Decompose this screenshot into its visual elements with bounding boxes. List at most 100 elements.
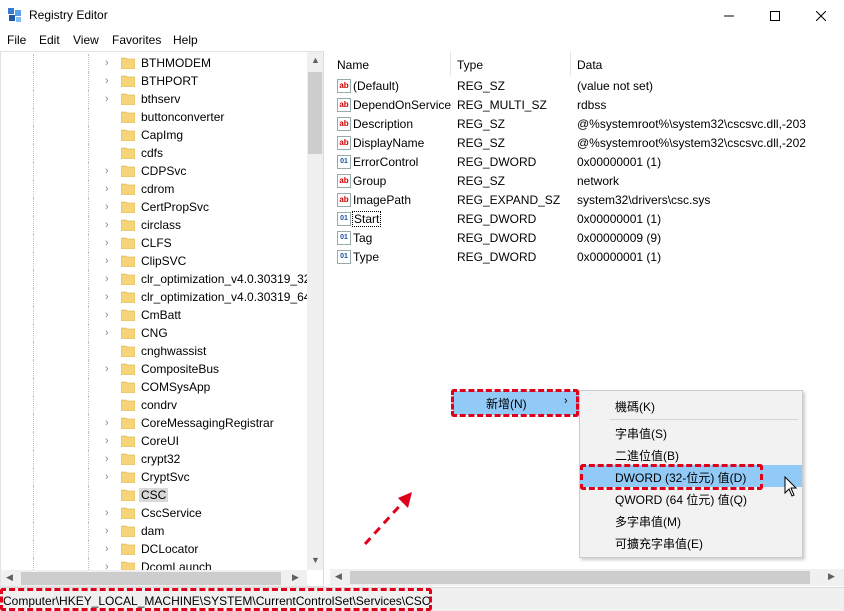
tree-item[interactable]: › BTHMODEM — [1, 54, 307, 72]
chevron-right-icon[interactable]: › — [105, 183, 109, 195]
tree-vertical-scrollbar[interactable]: ▲ ▼ — [307, 52, 323, 570]
values-horizontal-scrollbar[interactable]: ◀ ▶ — [330, 569, 844, 586]
tree-item[interactable]: CSC — [1, 486, 307, 504]
tree-item[interactable]: › clr_optimization_v4.0.30319_64 — [1, 288, 310, 306]
tree-item[interactable]: › DCLocator — [1, 540, 307, 558]
submenu-item[interactable]: 字串值(S) — [580, 421, 802, 443]
value-row[interactable]: ab (Default) REG_SZ (value not set) — [330, 77, 830, 96]
scroll-up-icon[interactable]: ▲ — [311, 55, 320, 65]
chevron-right-icon[interactable]: › — [105, 507, 109, 519]
chevron-right-icon[interactable]: › — [105, 363, 109, 375]
value-row[interactable]: 01 Tag REG_DWORD 0x00000009 (9) — [330, 229, 830, 248]
tree-item[interactable]: › clr_optimization_v4.0.30319_32 — [1, 270, 310, 288]
chevron-right-icon[interactable]: › — [105, 255, 109, 267]
tree-item[interactable]: › CryptSvc — [1, 468, 307, 486]
column-data[interactable]: Data — [577, 58, 602, 72]
submenu-item[interactable]: 可擴充字串值(E) — [580, 531, 802, 553]
tree-item[interactable]: › CmBatt — [1, 306, 307, 324]
tree-item[interactable]: › cdrom — [1, 180, 307, 198]
tree-item[interactable]: › BTHPORT — [1, 72, 307, 90]
tree-item[interactable]: › bthserv — [1, 90, 307, 108]
chevron-right-icon[interactable]: › — [105, 291, 109, 303]
chevron-right-icon[interactable]: › — [105, 309, 109, 321]
tree-item[interactable]: buttonconverter — [1, 108, 307, 126]
tree-item[interactable]: › CoreMessagingRegistrar — [1, 414, 307, 432]
registry-tree[interactable]: › BTHMODEM › BTHPORT › bthserv buttonconverter… — [0, 51, 324, 587]
submenu-item[interactable]: QWORD (64 位元) 值(Q) — [580, 487, 802, 509]
tree-item-label: CDPSvc — [141, 164, 187, 178]
menu-view[interactable]: View — [73, 33, 99, 47]
chevron-right-icon[interactable]: › — [105, 219, 109, 231]
value-row[interactable]: ab Group REG_SZ network — [330, 172, 830, 191]
value-row[interactable]: 01 ErrorControl REG_DWORD 0x00000001 (1) — [330, 153, 830, 172]
values-hscroll-thumb[interactable] — [350, 571, 810, 584]
chevron-right-icon[interactable]: › — [105, 471, 109, 483]
tree-item[interactable]: › CertPropSvc — [1, 198, 307, 216]
scroll-left-icon[interactable]: ◀ — [6, 572, 13, 583]
value-row[interactable]: ab ImagePath REG_EXPAND_SZ system32\drivers… — [330, 191, 830, 210]
tree-item[interactable]: › circlass — [1, 216, 307, 234]
tree-item[interactable]: condrv — [1, 396, 307, 414]
tree-hscroll-thumb[interactable] — [21, 572, 281, 585]
value-type: REG_MULTI_SZ — [457, 98, 547, 112]
value-row[interactable]: ab DependOnService REG_MULTI_SZ rdbss — [330, 96, 830, 115]
tree-scroll-thumb[interactable] — [308, 72, 322, 154]
chevron-right-icon[interactable]: › — [105, 237, 109, 249]
scroll-down-icon[interactable]: ▼ — [311, 555, 320, 565]
chevron-right-icon[interactable]: › — [105, 435, 109, 447]
column-type[interactable]: Type — [457, 58, 483, 72]
tree-guide-line — [33, 288, 34, 306]
tree-item[interactable]: cdfs — [1, 144, 307, 162]
tree-item[interactable]: CapImg — [1, 126, 307, 144]
value-data: (value not set) — [577, 79, 654, 93]
menu-edit[interactable]: Edit — [39, 33, 60, 47]
annotation-arrow-icon — [363, 492, 412, 546]
scroll-left-icon[interactable]: ◀ — [335, 571, 342, 582]
chevron-right-icon[interactable]: › — [105, 543, 109, 555]
tree-item[interactable]: › CompositeBus — [1, 360, 307, 378]
tree-item[interactable]: COMSysApp — [1, 378, 307, 396]
tree-item[interactable]: cnghwassist — [1, 342, 307, 360]
value-row[interactable]: 01 Start REG_DWORD 0x00000001 (1) — [330, 210, 830, 229]
chevron-right-icon[interactable]: › — [105, 57, 109, 69]
submenu-item[interactable]: 機碼(K) — [580, 394, 802, 416]
submenu-item[interactable]: 二進位值(B) — [580, 443, 802, 465]
tree-item[interactable]: › CDPSvc — [1, 162, 307, 180]
column-separator[interactable] — [450, 51, 451, 76]
submenu-item[interactable]: DWORD (32-位元) 值(D) — [580, 465, 802, 487]
menu-favorites[interactable]: Favorites — [112, 33, 161, 47]
menu-help[interactable]: Help — [173, 33, 198, 47]
chevron-right-icon[interactable]: › — [105, 525, 109, 537]
chevron-right-icon[interactable]: › — [105, 417, 109, 429]
menu-file[interactable]: File — [7, 33, 26, 47]
minimize-button[interactable] — [706, 0, 752, 31]
chevron-right-icon[interactable]: › — [105, 165, 109, 177]
tree-item[interactable]: › crypt32 — [1, 450, 307, 468]
column-name[interactable]: Name — [337, 58, 369, 72]
chevron-right-icon[interactable]: › — [105, 273, 109, 285]
scroll-right-icon[interactable]: ▶ — [292, 572, 299, 583]
tree-item-label: CNG — [141, 326, 168, 340]
tree-item[interactable]: › CLFS — [1, 234, 307, 252]
tree-item[interactable]: › dam — [1, 522, 307, 540]
close-button[interactable] — [798, 0, 844, 31]
tree-item[interactable]: › ClipSVC — [1, 252, 307, 270]
tree-item[interactable]: › CNG — [1, 324, 307, 342]
title-bar: Registry Editor — [0, 0, 844, 31]
value-row[interactable]: 01 Type REG_DWORD 0x00000001 (1) — [330, 248, 830, 267]
column-separator[interactable] — [570, 51, 571, 76]
chevron-right-icon[interactable]: › — [105, 75, 109, 87]
chevron-right-icon[interactable]: › — [105, 453, 109, 465]
chevron-right-icon[interactable]: › — [105, 327, 109, 339]
tree-item[interactable]: › CscService — [1, 504, 307, 522]
context-menu-new[interactable]: 新增(N) › — [453, 391, 579, 415]
tree-horizontal-scrollbar[interactable]: ◀ ▶ — [1, 570, 307, 586]
value-row[interactable]: ab DisplayName REG_SZ @%systemroot%\system3… — [330, 134, 830, 153]
scroll-right-icon[interactable]: ▶ — [828, 571, 835, 582]
chevron-right-icon[interactable]: › — [105, 201, 109, 213]
value-row[interactable]: ab Description REG_SZ @%systemroot%\system3… — [330, 115, 830, 134]
maximize-button[interactable] — [752, 0, 798, 31]
chevron-right-icon[interactable]: › — [105, 93, 109, 105]
tree-item[interactable]: › CoreUI — [1, 432, 307, 450]
submenu-item[interactable]: 多字串值(M) — [580, 509, 802, 531]
